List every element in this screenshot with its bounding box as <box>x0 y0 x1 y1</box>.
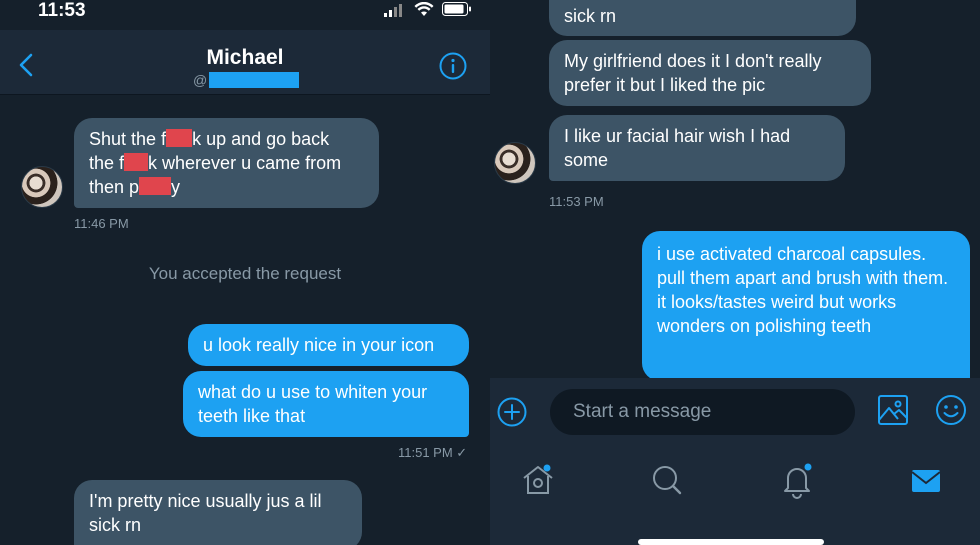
status-bar: 11:53 <box>0 0 490 30</box>
message-received[interactable]: I'm pretty nice usually jus a lil sick r… <box>74 480 362 545</box>
message-sent[interactable]: what do u use to whiten your teeth like … <box>183 371 469 437</box>
conversation-title: Michael <box>206 46 284 69</box>
text-part: the f <box>89 153 125 173</box>
handle-prefix: @ <box>193 72 208 88</box>
left-screenshot: 11:53 Michael @ Shut the f k up and go ba… <box>0 0 490 545</box>
message-line: the f k wherever u came from <box>89 151 364 175</box>
emoji-icon[interactable] <box>934 393 968 427</box>
text-part: y <box>171 177 181 197</box>
message-line: Shut the f k up and go back <box>89 127 364 151</box>
info-icon[interactable] <box>439 52 467 80</box>
text-part: k wherever u came from <box>148 153 342 173</box>
system-notice: You accepted the request <box>148 264 342 283</box>
status-icons <box>384 2 472 17</box>
home-indicator <box>638 539 824 545</box>
right-screenshot: sick rn My girlfriend does it I don't re… <box>490 0 980 545</box>
cellular-signal-icon <box>384 3 402 17</box>
message-timestamp: 11:51 PM ✓ <box>398 445 468 460</box>
bottom-tab-bar <box>490 448 980 545</box>
home-icon[interactable] <box>518 460 558 500</box>
messages-icon[interactable] <box>906 460 946 500</box>
conversation-header: Michael @ <box>0 30 490 95</box>
search-icon[interactable] <box>647 460 687 500</box>
text-part: Shut the f <box>89 129 167 149</box>
message-composer <box>490 378 980 545</box>
image-icon[interactable] <box>876 393 910 427</box>
redaction-mark <box>166 129 193 147</box>
message-received[interactable]: My girlfriend does it I don't really pre… <box>549 40 871 106</box>
message-sent[interactable]: i use activated charcoal capsules. pull … <box>642 231 970 381</box>
message-received[interactable]: Shut the f k up and go back the f k wherev… <box>74 118 379 208</box>
avatar[interactable] <box>494 142 536 184</box>
message-sent[interactable]: u look really nice in your icon <box>188 324 469 366</box>
conversation-handle: @ <box>193 72 300 88</box>
message-received[interactable]: sick rn <box>549 0 856 36</box>
text-part: then p <box>89 177 140 197</box>
message-line: then p y <box>89 175 364 199</box>
message-timestamp: 11:46 PM <box>74 216 129 231</box>
message-input[interactable] <box>550 389 855 435</box>
handle-redaction <box>209 72 300 88</box>
redaction-mark <box>124 153 149 171</box>
wifi-icon <box>414 2 434 16</box>
status-time: 11:53 <box>38 0 86 21</box>
notifications-icon[interactable] <box>777 460 817 500</box>
add-icon[interactable] <box>496 396 528 428</box>
message-timestamp: 11:53 PM <box>549 194 604 209</box>
avatar[interactable] <box>21 166 63 208</box>
battery-icon <box>442 2 471 16</box>
message-received[interactable]: I like ur facial hair wish I had some <box>549 115 845 181</box>
redaction-mark <box>139 177 172 195</box>
text-part: k up and go back <box>192 129 330 149</box>
